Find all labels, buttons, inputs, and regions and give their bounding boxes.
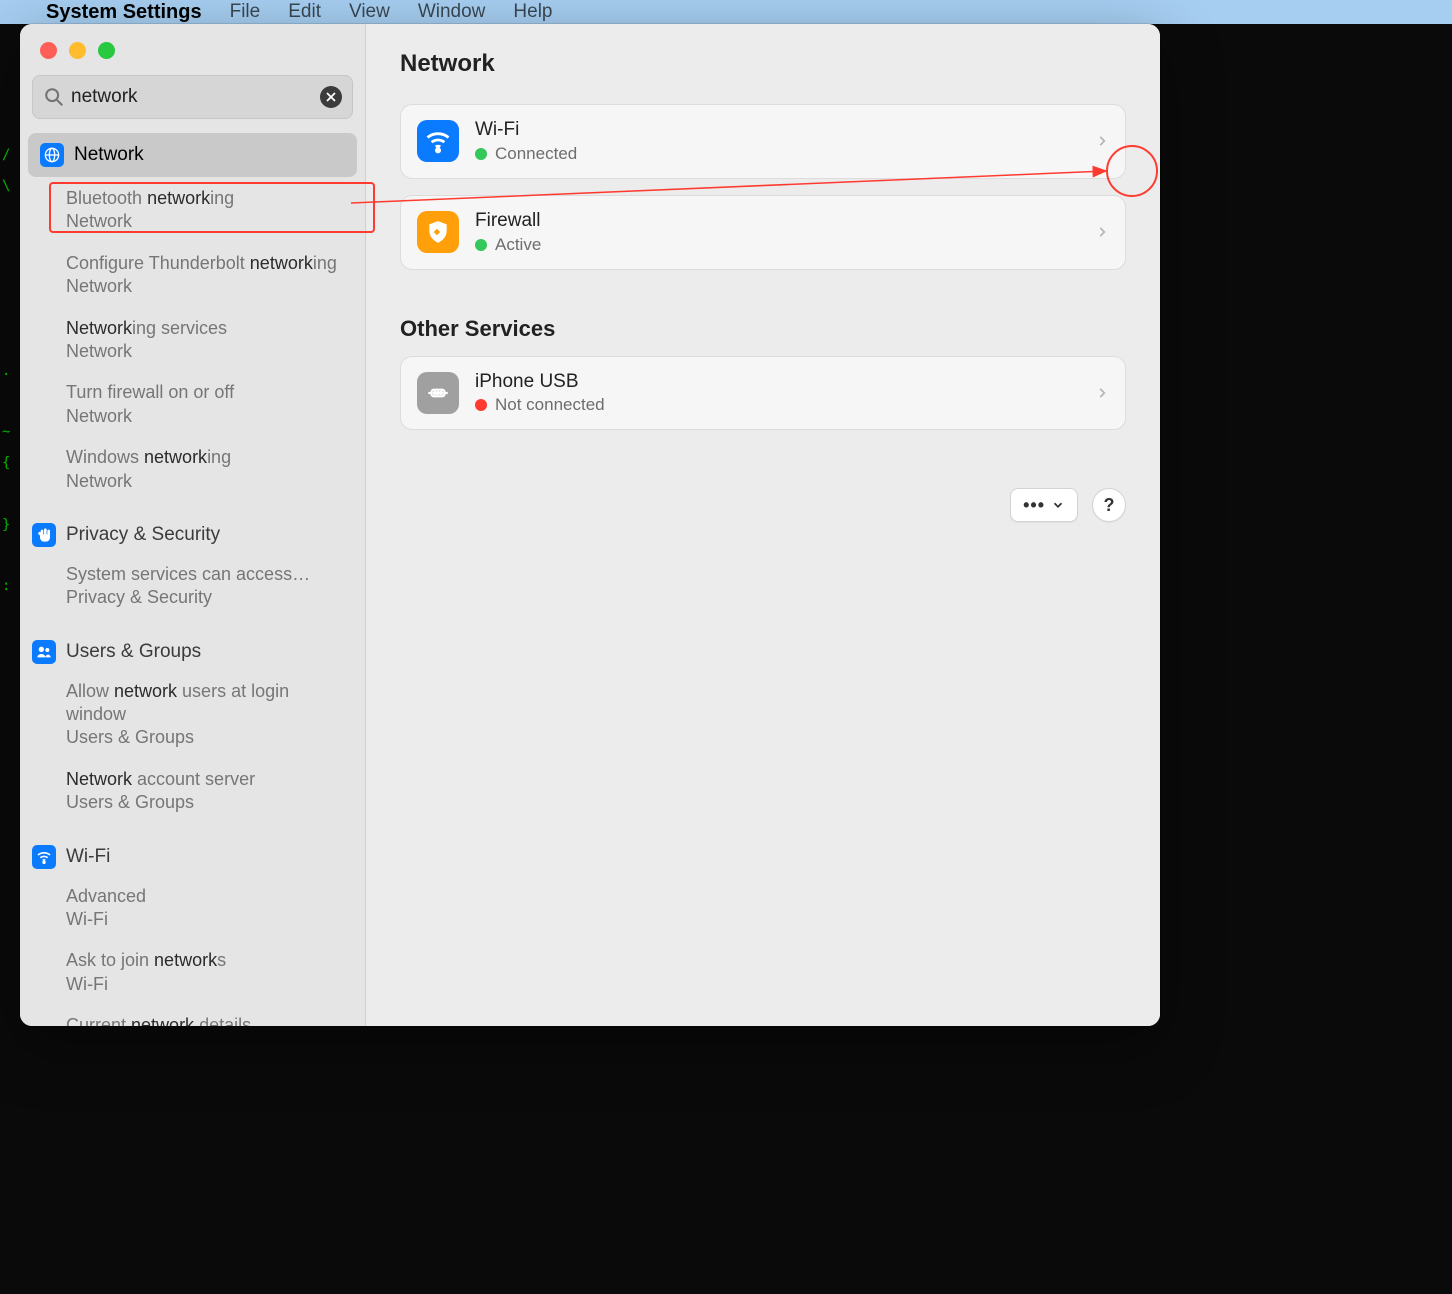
search-result-path: Network — [66, 275, 353, 298]
page-title: Network — [400, 50, 1126, 78]
service-row-body: iPhone USBNot connected — [475, 371, 1079, 416]
window-controls — [20, 24, 365, 69]
search-result-path: Users & Groups — [66, 791, 353, 814]
menubar: System Settings File Edit View Window He… — [0, 0, 1452, 24]
service-row-wifi[interactable]: Wi-FiConnected — [400, 104, 1126, 179]
service-status: Active — [475, 235, 1079, 255]
more-options-button[interactable]: ••• — [1010, 488, 1078, 522]
sidebar-item-network[interactable]: Network — [28, 133, 357, 177]
search-result-item[interactable]: Networking servicesNetwork — [20, 313, 365, 368]
globe-icon — [40, 143, 64, 167]
zoom-window-button[interactable] — [98, 42, 115, 59]
service-title: Wi-Fi — [475, 119, 1079, 142]
search-icon — [43, 86, 65, 108]
chevron-right-icon — [1095, 382, 1109, 404]
sidebar-section-privacy-security[interactable]: Privacy & Security — [20, 517, 365, 549]
search-result-title: Networking services — [66, 317, 353, 340]
shield-icon — [417, 211, 459, 253]
search-input[interactable] — [65, 86, 320, 108]
service-row-firewall[interactable]: FirewallActive — [400, 195, 1126, 270]
minimize-window-button[interactable] — [69, 42, 86, 59]
menu-help[interactable]: Help — [513, 1, 552, 23]
search-result-item[interactable]: Windows networkingNetwork — [20, 442, 365, 497]
users-icon — [32, 640, 56, 664]
service-row-body: FirewallActive — [475, 210, 1079, 255]
search-result-item[interactable]: Ask to join networksWi-Fi — [20, 945, 365, 1000]
clear-search-button[interactable] — [320, 86, 342, 108]
search-results: Network Bluetooth networkingNetworkConfi… — [20, 125, 365, 1026]
sidebar-section-users-groups[interactable]: Users & Groups — [20, 634, 365, 666]
search-result-item[interactable]: Bluetooth networkingNetwork — [20, 183, 365, 238]
search-result-path: Network — [66, 405, 353, 428]
search-result-item[interactable]: Allow network users at login windowUsers… — [20, 676, 365, 754]
wifi-icon — [417, 120, 459, 162]
menu-file[interactable]: File — [230, 1, 261, 23]
sidebar-section-label: Privacy & Security — [66, 524, 220, 546]
search-result-title: Network account server — [66, 768, 353, 791]
search-result-path: Network — [66, 210, 353, 233]
search-result-title: Allow network users at login window — [66, 680, 353, 727]
status-dot — [475, 239, 487, 251]
main-content: Network Wi-FiConnected FirewallActive Oth… — [366, 24, 1160, 1026]
menu-edit[interactable]: Edit — [288, 1, 321, 23]
search-result-path: Privacy & Security — [66, 586, 353, 609]
status-dot — [475, 399, 487, 411]
help-button[interactable]: ? — [1092, 488, 1126, 522]
search-result-title: Bluetooth networking — [66, 187, 353, 210]
service-status: Connected — [475, 144, 1079, 164]
menu-window[interactable]: Window — [418, 1, 486, 23]
search-result-path: Wi-Fi — [66, 908, 353, 931]
search-wrap — [20, 69, 365, 125]
service-status: Not connected — [475, 395, 1079, 415]
close-icon — [326, 92, 336, 102]
service-title: iPhone USB — [475, 371, 1079, 394]
app-name[interactable]: System Settings — [46, 1, 202, 24]
service-status-label: Connected — [495, 144, 577, 164]
system-settings-window: Network Bluetooth networkingNetworkConfi… — [20, 24, 1160, 1026]
ellipsis-icon: ••• — [1023, 495, 1045, 516]
chevron-right-icon — [1095, 130, 1109, 152]
search-result-title: Windows networking — [66, 446, 353, 469]
search-result-path: Wi-Fi — [66, 973, 353, 996]
other-services-heading: Other Services — [400, 316, 1126, 342]
service-status-label: Active — [495, 235, 541, 255]
sidebar-section-label: Users & Groups — [66, 641, 201, 663]
service-status-label: Not connected — [495, 395, 605, 415]
terminal-background-hint: /\.~{ }: — [2, 140, 16, 840]
footer-buttons: ••• ? — [1010, 488, 1126, 522]
search-result-item[interactable]: Turn firewall on or offNetwork — [20, 377, 365, 432]
sidebar-section-wi-fi[interactable]: Wi-Fi — [20, 839, 365, 871]
search-result-item[interactable]: Network account serverUsers & Groups — [20, 764, 365, 819]
search-result-item[interactable]: AdvancedWi-Fi — [20, 881, 365, 936]
sidebar-item-label: Network — [74, 144, 144, 166]
search-result-title: Configure Thunderbolt networking — [66, 252, 353, 275]
service-row-iphone-usb[interactable]: iPhone USBNot connected — [400, 356, 1126, 431]
chevron-down-icon — [1051, 498, 1065, 512]
search-result-title: Ask to join networks — [66, 949, 353, 972]
search-result-title: Turn firewall on or off — [66, 381, 353, 404]
hand-icon — [32, 523, 56, 547]
close-window-button[interactable] — [40, 42, 57, 59]
chevron-right-icon — [1095, 221, 1109, 243]
menu-view[interactable]: View — [349, 1, 390, 23]
service-row-body: Wi-FiConnected — [475, 119, 1079, 164]
status-dot — [475, 148, 487, 160]
sidebar-section-label: Wi-Fi — [66, 846, 110, 868]
search-result-item[interactable]: System services can access…Privacy & Sec… — [20, 559, 365, 614]
search-result-path: Network — [66, 340, 353, 363]
service-title: Firewall — [475, 210, 1079, 233]
wifi-icon — [32, 845, 56, 869]
search-box[interactable] — [32, 75, 353, 119]
search-result-title: System services can access… — [66, 563, 353, 586]
cable-icon — [417, 372, 459, 414]
search-result-item[interactable]: Current network detailsWi-Fi — [20, 1010, 365, 1026]
search-result-item[interactable]: Configure Thunderbolt networkingNetwork — [20, 248, 365, 303]
search-result-title: Advanced — [66, 885, 353, 908]
search-result-title: Current network details — [66, 1014, 353, 1026]
search-result-path: Network — [66, 470, 353, 493]
search-result-path: Users & Groups — [66, 726, 353, 749]
sidebar: Network Bluetooth networkingNetworkConfi… — [20, 24, 366, 1026]
